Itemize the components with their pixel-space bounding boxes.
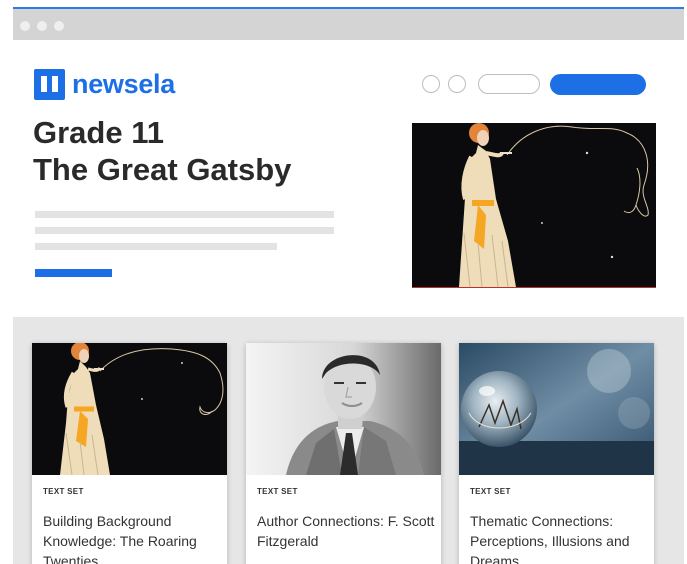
card-title[interactable]: Author Connections: F. Scott Fitzgerald	[257, 511, 435, 551]
nav-circle-button[interactable]	[422, 75, 440, 93]
text-set-card[interactable]: TEXT SET Thematic Connections: Perceptio…	[459, 343, 654, 564]
card-title[interactable]: Building Background Knowledge: The Roari…	[43, 511, 221, 564]
title-line-book: The Great Gatsby	[33, 152, 292, 187]
text-set-card[interactable]: TEXT SET Building Background Knowledge: …	[32, 343, 227, 564]
text-placeholder-line	[35, 211, 334, 218]
title-line-grade: Grade 11	[33, 115, 164, 150]
card-kicker: TEXT SET	[470, 487, 511, 496]
newsela-logo[interactable]: newsela	[34, 69, 175, 100]
accent-link-bar[interactable]	[35, 269, 112, 277]
newsela-logo-icon	[34, 69, 65, 100]
card-kicker: TEXT SET	[257, 487, 298, 496]
text-placeholder-line	[35, 227, 334, 234]
card-image	[32, 343, 227, 475]
hero-image	[412, 123, 656, 288]
card-image	[246, 343, 441, 475]
primary-cta-button[interactable]	[550, 74, 646, 95]
card-title[interactable]: Thematic Connections: Perceptions, Illus…	[470, 511, 648, 564]
window-dot[interactable]	[54, 21, 64, 31]
nav-circle-button[interactable]	[448, 75, 466, 93]
logo-text: newsela	[72, 69, 175, 99]
browser-chrome	[13, 7, 684, 40]
nav-pill-button[interactable]	[478, 74, 540, 94]
window-dot[interactable]	[20, 21, 30, 31]
card-kicker: TEXT SET	[43, 487, 84, 496]
card-image	[459, 343, 654, 475]
text-placeholder-line	[35, 243, 277, 250]
browser-window: newsela Grade 11 The Great Gatsby TEXT S…	[13, 7, 684, 564]
window-dot[interactable]	[37, 21, 47, 31]
page-title: Grade 11 The Great Gatsby	[33, 114, 291, 188]
text-set-card[interactable]: TEXT SET Author Connections: F. Scott Fi…	[246, 343, 441, 564]
